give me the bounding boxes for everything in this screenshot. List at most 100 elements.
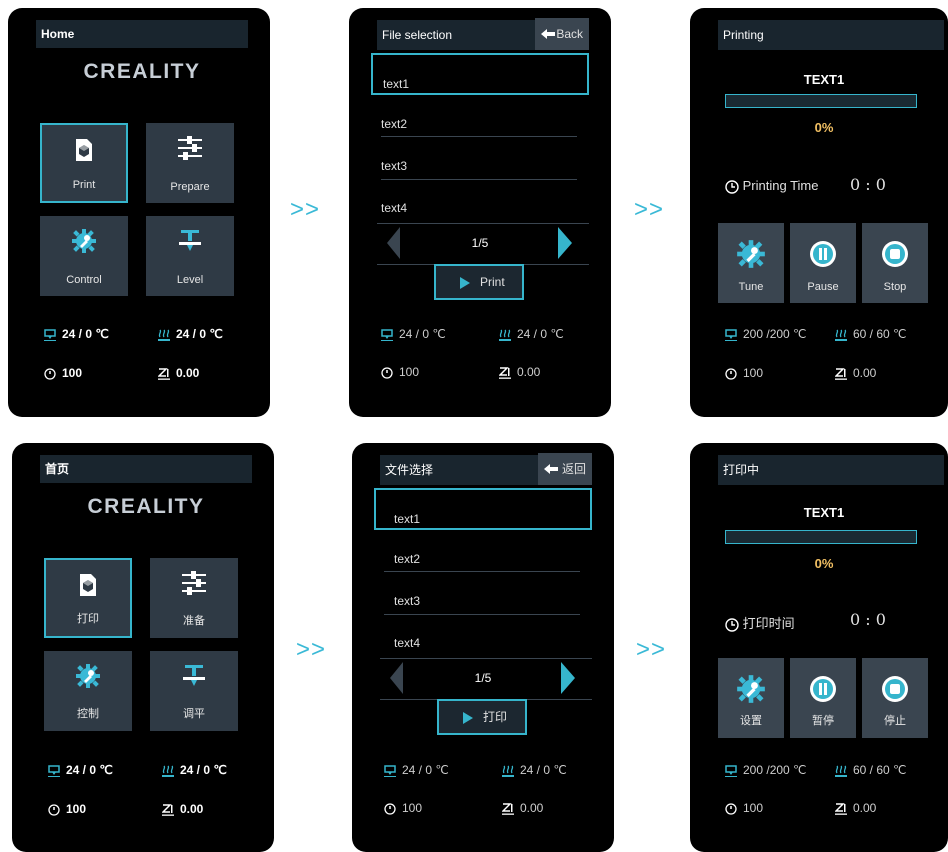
file-item[interactable]: text2 [384,543,580,573]
speed: 100 [725,801,763,815]
nozzle-temp-icon [48,765,60,777]
speed: 100 [48,802,86,816]
bed-temp-value: 24 / 0 ℃ [180,763,227,777]
speed-value: 100 [743,366,764,380]
print-file-name: TEXT1 [803,72,845,87]
speed: 100 [44,366,82,380]
nozzle-temp: 24 / 0 ℃ [381,327,446,341]
z-value: 0.00 [853,801,877,815]
printing-time: 打印时间 0 : 0 [725,610,886,632]
file-selection-screen-zh: 文件选择 返回 text1 text2 text3 text4 1/5 打印 2… [352,443,614,852]
next-page-button[interactable] [558,227,572,259]
z-offset: 0.00 [834,801,877,815]
print-button[interactable]: 打印 [437,699,527,735]
home-screen-zh: 首页 CREALITY 打印 准备 控制 调平 24 / 0 ℃ 24 / 0 … [12,443,274,852]
z-offset: 0.00 [834,366,876,380]
speed-value: 100 [66,802,87,816]
z-axis-icon [498,367,511,379]
control-tile[interactable]: 控制 [44,651,132,731]
z-value: 0.00 [180,802,204,816]
file-name: text1 [383,77,410,91]
tune-button[interactable]: Tune [718,223,784,303]
print-cube-icon [76,139,92,161]
bed-temp: 24 / 0 ℃ [502,763,567,777]
tile-label: 准备 [183,615,205,627]
prepare-tile[interactable]: 准备 [150,558,238,638]
next-page-button[interactable] [561,662,575,694]
previous-page-button[interactable] [390,662,403,694]
stop-label: Stop [883,281,907,293]
page-indicator: 1/5 [474,671,492,685]
previous-page-button[interactable] [387,227,400,259]
file-item[interactable]: text2 [381,108,577,138]
speed: 100 [381,365,419,379]
file-item[interactable]: text3 [381,150,577,180]
printing-screen-en: Printing TEXT1 0% Printing Time 0 : 0 Tu… [690,8,948,417]
bed-temp-value: 60 / 60 ℃ [853,327,907,341]
screen-title: File selection [382,28,453,42]
back-button[interactable]: Back [535,18,589,50]
divider [381,179,577,180]
pause-button[interactable]: Pause [790,223,856,303]
nozzle-temp-value: 24 / 0 ℃ [62,327,109,341]
print-tile[interactable]: 打印 [44,558,132,638]
bed-temp: 24 / 0 ℃ [162,763,227,777]
home-screen-en: Home CREALITY Print Prepare Control Leve… [8,8,270,417]
nozzle-temp: 200 /200 ℃ [725,763,807,777]
bed-temp: 24 / 0 ℃ [158,327,223,341]
pause-label: 暂停 [812,715,834,727]
file-name: text4 [381,201,408,215]
level-tile[interactable]: Level [146,216,234,296]
speed-value: 100 [62,366,83,380]
nozzle-temp-icon [725,765,737,777]
time-label: Printing Time [742,178,819,193]
prepare-tile[interactable]: Prepare [146,123,234,203]
tile-label: Level [176,274,204,286]
tile-label: 打印 [77,613,99,625]
tile-label: 调平 [183,708,205,720]
file-selection-screen-en: File selection Back text1 text2 text3 te… [349,8,611,417]
tune-label: 设置 [740,715,762,727]
stop-button[interactable]: 停止 [862,658,928,738]
page-indicator: 1/5 [471,236,489,250]
nozzle-temp-icon [44,329,56,341]
speed-value: 100 [743,801,764,815]
z-offset: 0.00 [501,801,544,815]
tile-label: Control [66,274,102,286]
speed-icon [384,803,396,815]
screen-title: Home [41,27,75,41]
pause-label: Pause [807,281,839,293]
flow-arrow: >> [634,196,665,223]
nozzle-temp-value: 200 /200 ℃ [743,327,807,341]
progress-percent: 0% [814,556,834,571]
z-value: 0.00 [520,801,544,815]
speed: 100 [384,801,422,815]
bed-temp-value: 24 / 0 ℃ [517,327,564,341]
speed-icon [725,803,737,815]
z-axis-icon [501,803,514,815]
print-tile[interactable]: Print [40,123,128,203]
back-label: 返回 [561,462,586,476]
nozzle-temp-value: 24 / 0 ℃ [399,327,446,341]
control-tile[interactable]: Control [40,216,128,296]
pause-button[interactable]: 暂停 [790,658,856,738]
back-arrow-icon [541,29,555,39]
tile-label: 控制 [77,708,99,720]
speed-icon [725,368,737,380]
screen-title: 首页 [45,462,70,476]
file-item[interactable]: text4 [381,192,577,222]
time-value: 0 : 0 [850,175,886,194]
file-item-selected[interactable]: text1 [371,53,589,95]
tune-button[interactable]: 设置 [718,658,784,738]
gear-wrench-icon [76,664,100,688]
sliders-icon [182,571,206,595]
back-button[interactable]: 返回 [538,453,592,485]
z-axis-icon [834,368,847,380]
stop-button[interactable]: Stop [862,223,928,303]
file-item[interactable]: text3 [384,585,580,615]
level-tile[interactable]: 调平 [150,651,238,731]
file-item[interactable]: text4 [384,627,580,657]
file-item-selected[interactable]: text1 [374,488,592,530]
print-button[interactable]: Print [434,264,524,300]
speed-icon [48,804,60,816]
